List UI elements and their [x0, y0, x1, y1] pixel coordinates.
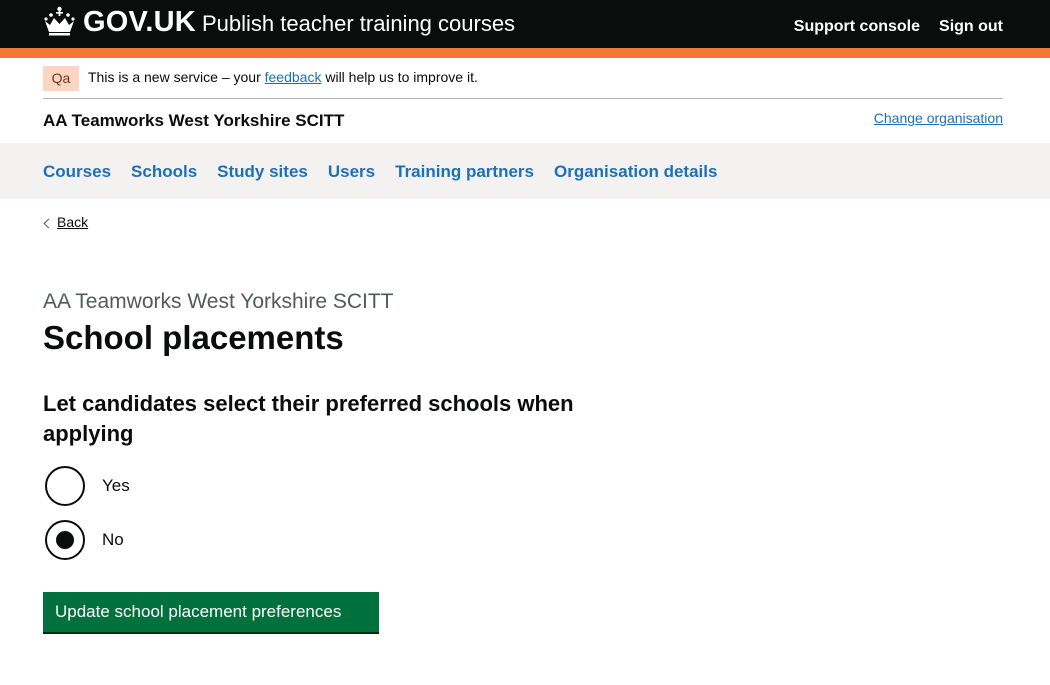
phase-banner: Qa This is a new service – your feedback… [43, 65, 1003, 99]
radio-yes-circle[interactable] [45, 466, 85, 506]
page-title: School placements [43, 319, 344, 356]
radio-selected-dot [56, 531, 74, 549]
phase-text-before: This is a new service – your [88, 69, 265, 85]
radio-yes-label[interactable]: Yes [102, 476, 130, 496]
phase-banner-text: This is a new service – your feedback wi… [88, 69, 478, 85]
nav-schools[interactable]: Schools [131, 162, 197, 181]
page-caption: AA Teamworks West Yorkshire SCITT [43, 290, 394, 313]
radio-no-circle[interactable] [45, 520, 85, 560]
header-stripe [0, 48, 1050, 58]
phase-tag: Qa [43, 66, 79, 91]
radio-no[interactable]: No [43, 520, 343, 562]
question-legend: Let candidates select their preferred sc… [43, 391, 574, 446]
govuk-logo[interactable]: GOV.UK [83, 6, 196, 39]
primary-nav: Courses Schools Study sites Users Traini… [0, 143, 1050, 199]
feedback-link[interactable]: feedback [265, 69, 322, 85]
support-console-link[interactable]: Support console [794, 18, 920, 36]
radio-yes[interactable]: Yes [43, 466, 343, 508]
service-name[interactable]: Publish teacher training courses [202, 11, 515, 37]
organisation-name: AA Teamworks West Yorkshire SCITT [43, 111, 345, 130]
nav-training-partners[interactable]: Training partners [395, 162, 534, 181]
header-nav: Support console Sign out [794, 18, 1003, 36]
header: GOV.UK Publish teacher training courses … [0, 0, 1050, 48]
update-placement-preferences-button[interactable]: Update school placement preferences [43, 592, 379, 632]
crown-icon[interactable] [43, 6, 76, 36]
back-link[interactable]: Back [43, 214, 88, 230]
change-organisation-link[interactable]: Change organisation [874, 110, 1003, 126]
nav-study-sites[interactable]: Study sites [217, 162, 308, 181]
nav-courses[interactable]: Courses [43, 162, 111, 181]
nav-organisation-details[interactable]: Organisation details [554, 162, 717, 181]
radio-no-label[interactable]: No [102, 530, 124, 550]
nav-users[interactable]: Users [328, 162, 375, 181]
sign-out-link[interactable]: Sign out [939, 18, 1003, 36]
phase-text-after: will help us to improve it. [321, 69, 478, 85]
